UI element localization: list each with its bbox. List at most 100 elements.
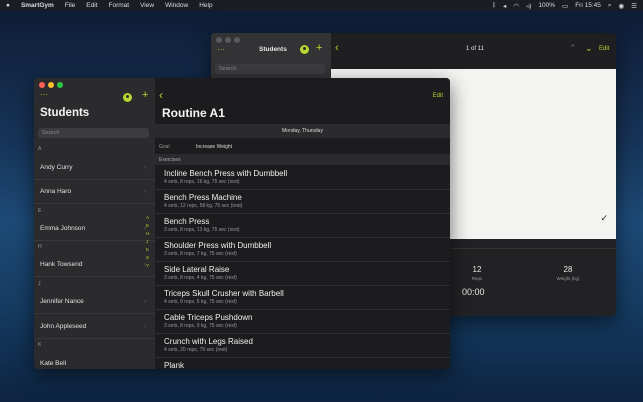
wifi-icon[interactable]: ◠ [513, 2, 519, 10]
exercise-detail: 3 sets, 8 reps, 9 kg, 75 sec (rest) [164, 323, 237, 329]
minimize-button[interactable] [48, 82, 54, 88]
index-letter[interactable]: Y [146, 263, 149, 268]
chevron-right-icon: › [144, 164, 146, 171]
exercise-detail: 3 sets, 8 reps, 13 kg, 75 sec (rest) [164, 227, 240, 233]
index-letter[interactable]: E [146, 223, 149, 228]
routine-days: Monday, Thursday [155, 124, 450, 138]
exercise-name: Cable Triceps Pushdown [164, 313, 253, 322]
exercise-row[interactable]: Cable Triceps Pushdown 3 sets, 8 reps, 9 … [155, 310, 450, 334]
chevron-right-icon: › [144, 188, 146, 195]
index-letter[interactable]: K [146, 247, 149, 252]
clock[interactable]: Fri 15:45 [575, 2, 601, 9]
exercise-row[interactable]: Triceps Skull Crusher with Barbell 4 sets… [155, 286, 450, 310]
menu-window[interactable]: Window [165, 2, 188, 9]
back-more-icon[interactable]: ··· [217, 45, 225, 54]
exercise-name: Bench Press [164, 217, 210, 226]
chevron-down-icon[interactable]: ⌄ [585, 43, 593, 54]
exercise-name: Plank [164, 361, 185, 369]
exercise-detail: 4 sets, 12 reps, 58 kg, 75 sec (rest) [164, 203, 243, 209]
index-letter[interactable]: S [146, 255, 149, 260]
exercise-row[interactable]: Side Lateral Raise 3 sets, 8 reps, 4 kg, … [155, 262, 450, 286]
menu-file[interactable]: File [65, 2, 75, 9]
zoom-button[interactable] [57, 82, 63, 88]
bluetooth-icon[interactable]: ᛒ [492, 2, 496, 9]
exercise-name: Incline Bench Press with Dumbbell [164, 169, 288, 178]
exercise-detail: 4 sets, 8 reps, 6 kg, 75 sec (rest) [164, 299, 237, 305]
student-row[interactable]: Kate Bell [34, 351, 155, 369]
exercise-row[interactable]: Shoulder Press with Dumbbell 3 sets, 8 re… [155, 238, 450, 262]
volume-icon[interactable]: ◂ [503, 2, 506, 10]
close-button[interactable] [39, 82, 45, 88]
back-chevron-left-icon[interactable]: ‹ [335, 42, 339, 54]
battery-percent[interactable]: 100% [538, 2, 555, 9]
student-name: Andy Curry [40, 164, 73, 171]
more-icon[interactable]: ··· [40, 90, 48, 99]
goal-label: Goal [159, 144, 170, 150]
rest-timer: 00:00 [462, 287, 485, 297]
avatar-icon[interactable] [123, 93, 132, 102]
apple-icon[interactable]: ● [6, 2, 10, 9]
exercise-name: Bench Press Machine [164, 193, 242, 202]
student-row[interactable]: John Appleseed › [34, 315, 155, 339]
student-row[interactable]: Andy Curry › [34, 156, 155, 180]
student-name: Anna Haro [40, 188, 72, 195]
user-icon[interactable]: ◉ [619, 2, 625, 10]
exercise-name: Crunch with Legs Raised [164, 337, 253, 346]
battery-icon[interactable]: ▭ [562, 2, 568, 10]
notification-center-icon[interactable]: ☰ [631, 2, 637, 10]
student-name: Jennifer Nance [40, 298, 84, 305]
exercise-counter: 1 of 11 [466, 46, 484, 52]
menu-format[interactable]: Format [109, 2, 130, 9]
student-name: Hank Towsend [40, 261, 83, 268]
student-row[interactable]: Hank Towsend › [34, 253, 155, 277]
exercise-name: Side Lateral Raise [164, 265, 230, 274]
section-header-k: K [38, 342, 42, 348]
chevron-up-icon[interactable]: ⌃ [569, 43, 577, 54]
exercise-row[interactable]: Bench Press Machine 4 sets, 12 reps, 58 k… [155, 190, 450, 214]
back-close-button[interactable] [216, 37, 222, 43]
weight-label: Weight (kg) [556, 276, 580, 281]
students-sidebar: ··· + Students Search A Andy Curry › Anna… [34, 78, 155, 369]
edit-button[interactable]: Edit [433, 93, 443, 99]
menu-edit[interactable]: Edit [86, 2, 97, 9]
main-window[interactable]: ··· + Students Search A Andy Curry › Anna… [34, 78, 450, 369]
index-letter[interactable]: H [146, 231, 149, 236]
exercise-name: Triceps Skull Crusher with Barbell [164, 289, 284, 298]
back-zoom-button[interactable] [234, 37, 240, 43]
student-row[interactable]: Emma Johnson › [34, 217, 155, 241]
back-sidebar-title: Students [259, 46, 287, 53]
back-add-icon[interactable]: + [316, 42, 322, 54]
exercise-row[interactable]: Plank [155, 358, 450, 369]
back-edit-button[interactable]: Edit [599, 46, 609, 52]
menu-view[interactable]: View [140, 2, 154, 9]
exercise-detail: 3 sets, 8 reps, 4 kg, 75 sec (rest) [164, 275, 237, 281]
chevron-right-icon: › [144, 323, 146, 330]
volume-level-icon[interactable]: ◃) [526, 2, 531, 10]
student-row[interactable]: Jennifer Nance › [34, 290, 155, 314]
student-search-input[interactable]: Search [38, 128, 149, 138]
student-name: John Appleseed [40, 323, 87, 330]
menu-app-name[interactable]: SmartGym [21, 2, 54, 9]
exercises-header: Exercises [155, 155, 450, 165]
back-avatar-icon[interactable] [300, 45, 309, 54]
search-icon[interactable]: ⌕ [608, 2, 612, 10]
back-topbar: ‹ 1 of 11 ⌃ ⌄ Edit [331, 33, 616, 69]
reps-value: 12 [472, 265, 482, 274]
exercise-row[interactable]: Incline Bench Press with Dumbbell 4 sets,… [155, 166, 450, 190]
exercise-row[interactable]: Crunch with Legs Raised 4 sets, 20 reps, … [155, 334, 450, 358]
back-chevron-icon[interactable]: ‹ [159, 88, 163, 102]
menu-help[interactable]: Help [199, 2, 212, 9]
checkmark-icon[interactable]: ✓ [600, 213, 608, 224]
index-letter[interactable]: A [146, 215, 149, 220]
exercise-detail: 4 sets, 8 reps, 16 kg, 75 sec (rest) [164, 179, 240, 185]
menu-bar: ● SmartGym File Edit Format View Window … [0, 0, 643, 11]
back-search-input[interactable]: Search [215, 64, 325, 74]
index-letter[interactable]: J [146, 239, 148, 244]
add-student-icon[interactable]: + [142, 89, 148, 101]
exercise-row[interactable]: Bench Press 3 sets, 8 reps, 13 kg, 75 sec… [155, 214, 450, 238]
section-header-e: E [38, 208, 42, 214]
back-minimize-button[interactable] [225, 37, 231, 43]
sidebar-title: Students [40, 107, 90, 119]
student-row[interactable]: Anna Haro › [34, 180, 155, 204]
goal-value[interactable]: Increase Weight [196, 144, 232, 150]
